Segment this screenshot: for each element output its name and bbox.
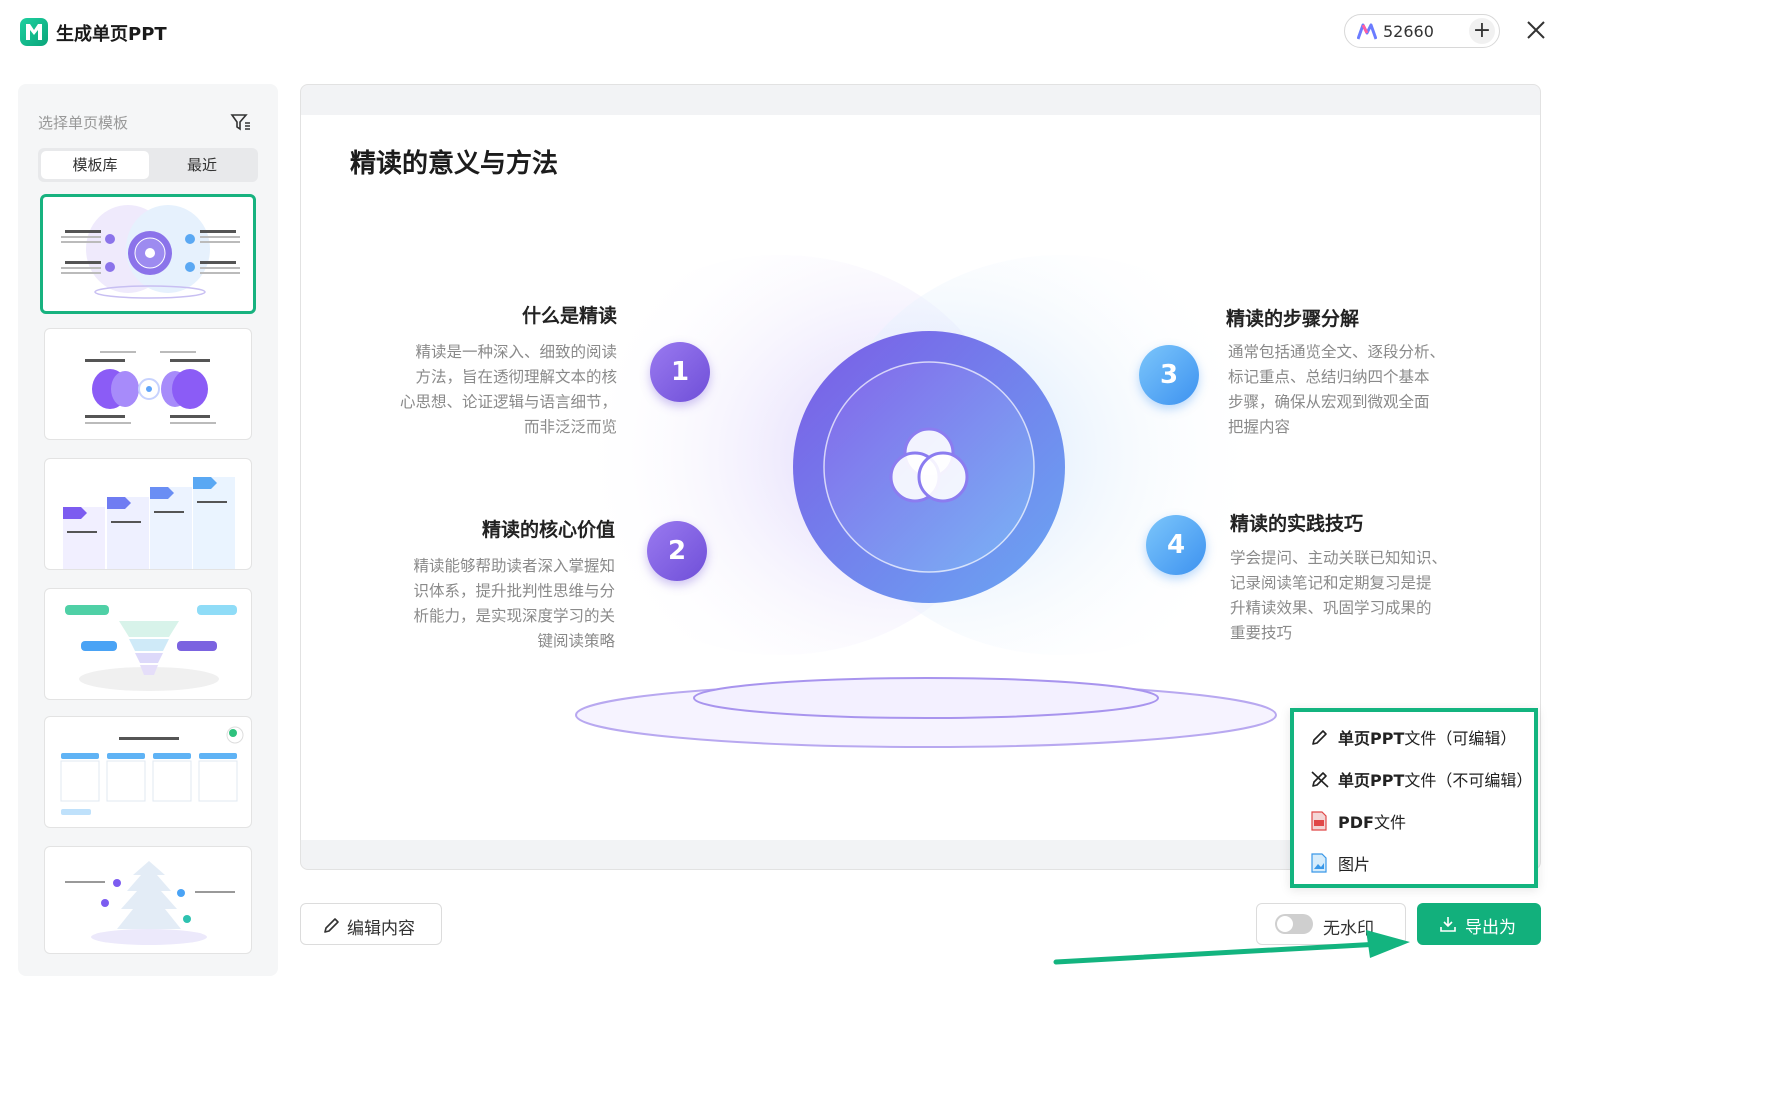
template-thumbnail[interactable]	[44, 458, 252, 570]
export-ppt-readonly[interactable]: 单页PPT文件（不可编辑）	[1310, 763, 1532, 793]
step-number-3: 3	[1139, 345, 1199, 405]
credits-value: 52660	[1383, 22, 1434, 41]
item-description: 通常包括通览全文、逐段分析、 标记重点、总结归纳四个基本 步骤，确保从宏观到微观全面…	[1228, 343, 1446, 436]
filter-icon[interactable]	[230, 112, 252, 136]
item-description: 精读能够帮助读者深入掌握知 识体系，提升批判性思维与分 析能力，是实现深度学习的关键…	[413, 557, 615, 650]
item-description: 精读是一种深入、细致的阅读 方法，旨在透彻理解文本的核 心思想、论证逻辑与语言细节，…	[399, 343, 617, 436]
item-description: 学会提问、主动关联已知知识、 记录阅读笔记和定期复习是提 升精读效果、巩固学习成果的…	[1230, 549, 1448, 642]
slide-title: 精读的意义与方法	[350, 149, 559, 179]
credits-logo-icon	[1357, 23, 1377, 40]
annotation-arrow	[1050, 922, 1420, 972]
template-thumbnail[interactable]	[44, 328, 252, 440]
pencil-icon	[1312, 730, 1327, 745]
export-pdf[interactable]: PDF文件	[1310, 805, 1530, 835]
tab-template-library[interactable]: 模板库	[41, 151, 149, 179]
sidebar-tabs: 模板库 最近	[38, 148, 258, 182]
three-circles-icon	[886, 423, 972, 513]
template-thumbnail[interactable]	[44, 588, 252, 700]
image-file-icon	[1311, 853, 1327, 873]
edit-content-button[interactable]: 编辑内容	[300, 903, 442, 945]
download-icon	[1440, 917, 1456, 932]
export-button[interactable]: 导出为	[1417, 903, 1541, 945]
item-heading: 精读的核心价值	[481, 519, 615, 541]
app-title: 生成单页PPT	[56, 24, 167, 45]
pencil-icon	[324, 918, 339, 933]
export-menu: 单页PPT文件（可编辑） 单页PPT文件（不可编辑） PDF文件 图片	[1290, 708, 1538, 888]
close-icon[interactable]	[1524, 18, 1548, 42]
export-ppt-editable[interactable]: 单页PPT文件（可编辑）	[1310, 721, 1530, 751]
sidebar-title: 选择单页模板	[38, 114, 129, 132]
pencil-off-icon	[1311, 771, 1329, 788]
app-logo-icon	[20, 18, 48, 46]
export-image[interactable]: 图片	[1310, 847, 1530, 877]
plus-icon[interactable]: +	[1469, 18, 1495, 44]
step-number-1: 1	[650, 342, 710, 402]
step-number-4: 4	[1146, 515, 1206, 575]
step-number-2: 2	[647, 521, 707, 581]
item-heading: 精读的实践技巧	[1230, 513, 1364, 535]
item-heading: 什么是精读	[521, 305, 617, 327]
tab-recent[interactable]: 最近	[148, 151, 256, 179]
template-thumbnail[interactable]	[40, 194, 256, 314]
template-thumbnail[interactable]	[44, 846, 252, 954]
credits-badge[interactable]: 52660 +	[1344, 14, 1500, 48]
template-thumbnail[interactable]	[44, 716, 252, 828]
item-heading: 精读的步骤分解	[1226, 308, 1360, 330]
pdf-file-icon	[1311, 811, 1327, 831]
